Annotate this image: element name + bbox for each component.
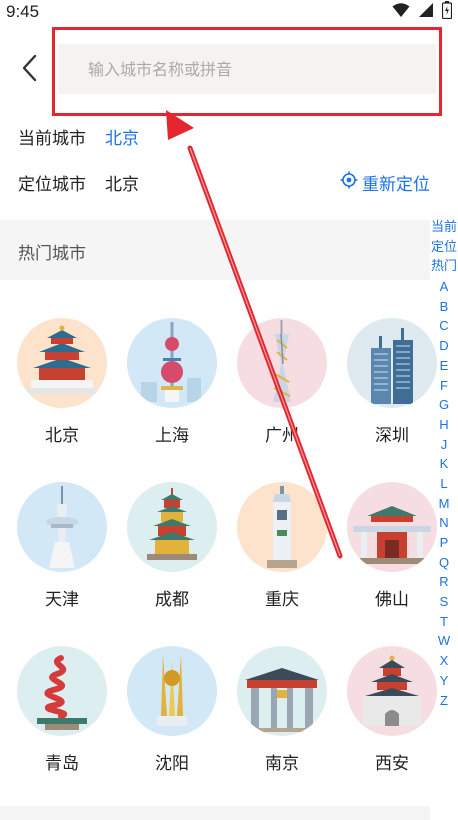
index-item-d[interactable]: D [430,336,458,356]
index-item-p[interactable]: P [430,533,458,553]
oriental-pearl-tower-icon [127,318,217,408]
canton-tower-icon [237,318,327,408]
liberation-monument-icon [237,482,327,572]
skyscraper-icon [347,318,437,408]
city-name: 南京 [265,754,299,774]
search-input[interactable] [88,44,418,94]
city-cell-xian[interactable]: 西安 [342,646,442,796]
city-name: 广州 [265,426,299,446]
index-item-current[interactable]: 当前 [430,218,458,238]
index-item-n[interactable]: N [430,513,458,533]
pagoda-icon [127,482,217,572]
search-box [58,44,436,94]
index-item-g[interactable]: G [430,395,458,415]
temple-of-heaven-icon [17,318,107,408]
index-item-c[interactable]: C [430,316,458,336]
city-cell-nanjing[interactable]: 南京 [232,646,332,796]
header [0,36,458,108]
city-name: 天津 [45,590,79,610]
locate-icon [340,171,358,194]
city-cell-shenzhen[interactable]: 深圳 [342,318,442,468]
city-cell-chengdu[interactable]: 成都 [122,482,222,632]
hot-cities-header: 热门城市 [0,220,430,280]
hot-cities-title: 热门城市 [18,244,86,264]
current-city-label: 当前城市 [18,129,86,149]
status-bar: 9:45 [0,0,458,26]
status-time: 9:45 [6,2,40,21]
index-item-x[interactable]: X [430,651,458,671]
index-item-j[interactable]: J [430,435,458,455]
city-cell-qingdao[interactable]: 青岛 [12,646,112,796]
city-name: 北京 [45,426,79,446]
may-wind-sculpture-icon [17,646,107,736]
relocate-button[interactable]: 重新定位 [340,170,430,195]
index-item-l[interactable]: L [430,474,458,494]
alphabet-index-bar[interactable]: 当前 定位 热门 A B C D E F G H J K L M N P Q R… [430,218,458,710]
wifi-icon [392,2,410,22]
index-item-r[interactable]: R [430,572,458,592]
city-name: 青岛 [45,754,79,774]
city-name: 深圳 [375,426,409,446]
city-name: 上海 [155,426,189,446]
city-name: 沈阳 [155,754,189,774]
index-item-y[interactable]: Y [430,671,458,691]
city-cell-foshan[interactable]: 佛山 [342,482,442,632]
index-item-t[interactable]: T [430,612,458,632]
index-item-s[interactable]: S [430,592,458,612]
index-item-h[interactable]: H [430,415,458,435]
city-cell-shanghai[interactable]: 上海 [122,318,222,468]
index-item-z[interactable]: Z [430,691,458,711]
section-divider [0,806,430,820]
city-cell-chongqing[interactable]: 重庆 [232,482,332,632]
index-item-m[interactable]: M [430,494,458,514]
located-city-label: 定位城市 [18,175,86,195]
index-item-f[interactable]: F [430,376,458,396]
index-item-k[interactable]: K [430,454,458,474]
tianjin-tower-icon [17,482,107,572]
city-cell-beijing[interactable]: 北京 [12,318,112,468]
city-name: 成都 [155,590,189,610]
index-item-a[interactable]: A [430,277,458,297]
relocate-label: 重新定位 [362,175,430,195]
city-name: 重庆 [265,590,299,610]
city-cell-guangzhou[interactable]: 广州 [232,318,332,468]
city-cell-shenyang[interactable]: 沈阳 [122,646,222,796]
golden-sculpture-icon [127,646,217,736]
signal-icon [418,2,434,22]
chevron-left-icon [21,54,37,86]
index-item-located[interactable]: 定位 [430,238,458,258]
index-item-b[interactable]: B [430,297,458,317]
city-cell-tianjin[interactable]: 天津 [12,482,112,632]
city-gate-icon [237,646,327,736]
city-name: 西安 [375,754,409,774]
index-item-hot[interactable]: 热门 [430,257,458,277]
located-city-value[interactable]: 北京 [105,170,139,195]
city-name: 佛山 [375,590,409,610]
index-item-q[interactable]: Q [430,553,458,573]
back-button[interactable] [14,52,44,88]
status-icons [392,1,453,23]
battery-icon [441,1,453,23]
index-item-e[interactable]: E [430,356,458,376]
bell-tower-icon [347,646,437,736]
ancestral-temple-icon [347,482,437,572]
current-city-value[interactable]: 北京 [105,124,139,149]
index-item-w[interactable]: W [430,631,458,651]
